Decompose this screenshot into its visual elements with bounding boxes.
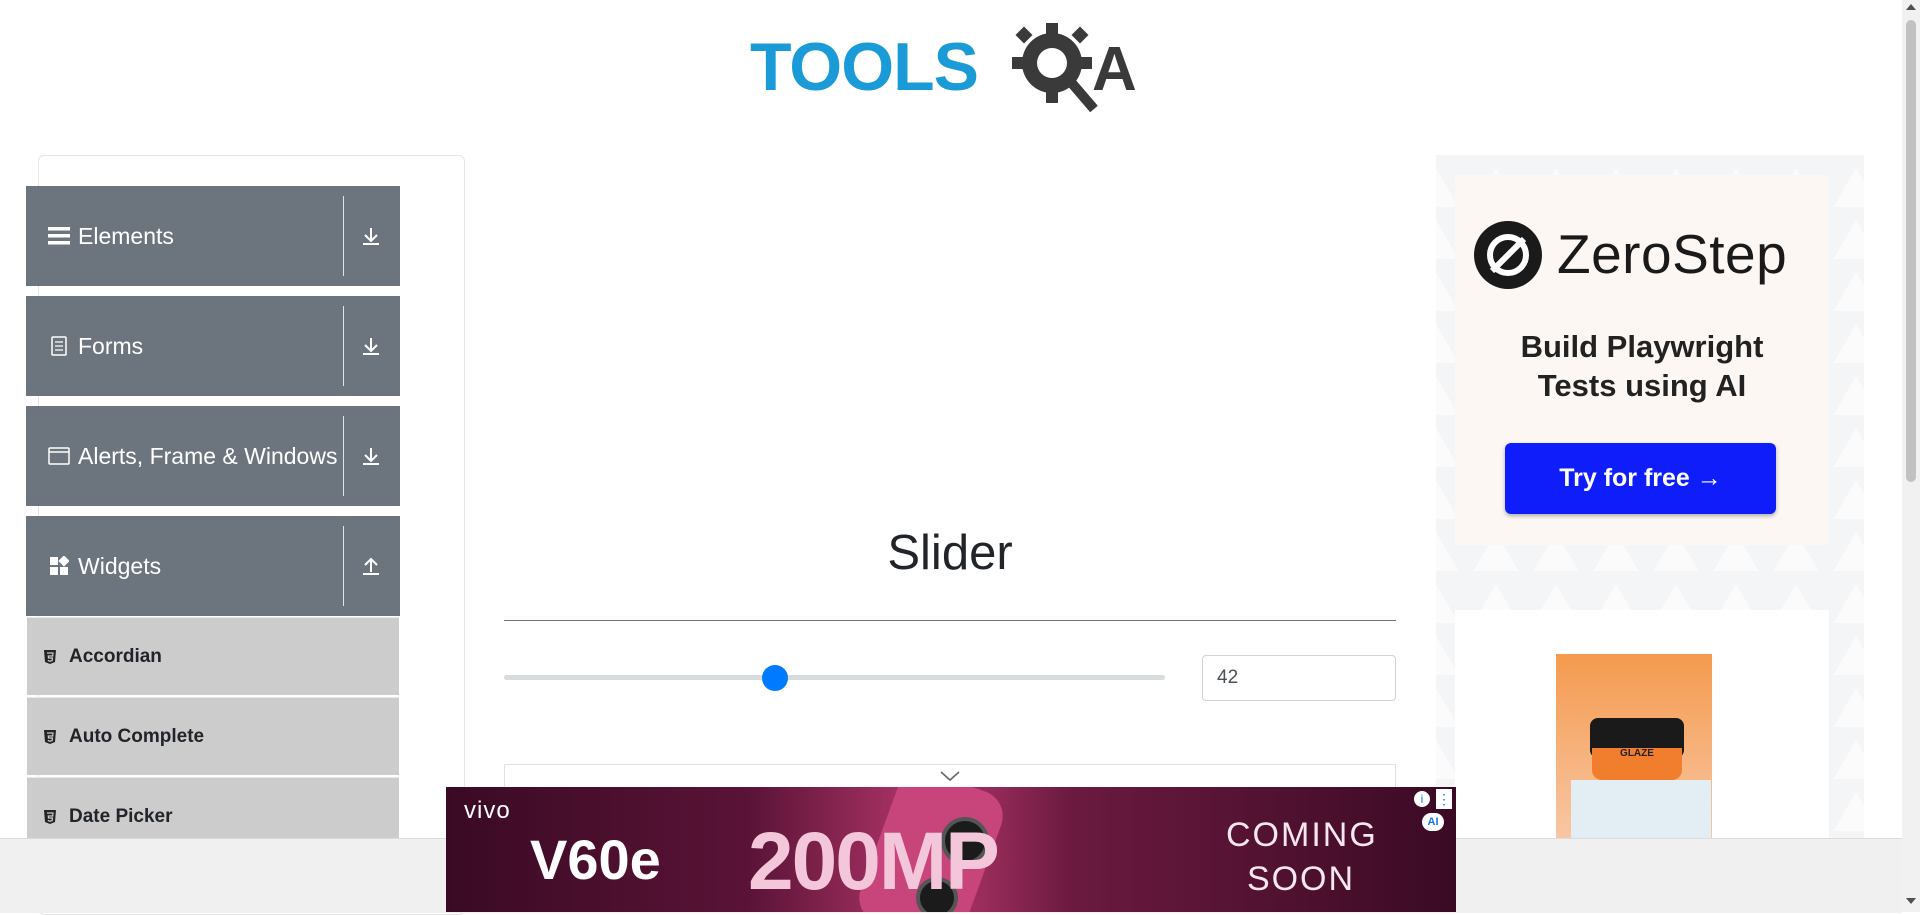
zerostep-tagline: Build Playwright Tests using AI [1455,327,1829,405]
title-divider [504,620,1396,621]
sidebar-group-widgets[interactable]: Widgets [26,516,400,616]
tagline-line: Build Playwright [1520,329,1764,364]
logo-text-primary: TOOLS [750,29,978,105]
sidebar-group-label: Forms [78,332,144,359]
download-icon[interactable] [356,331,386,361]
sidebar-group-alerts-frame-windows[interactable]: Alerts, Frame & Windows [26,406,400,506]
html5-icon [43,648,59,666]
ai-badge: AI [1422,813,1444,831]
upload-icon[interactable] [356,551,386,581]
sidebar-group-label: Alerts, Frame & Windows [78,442,338,469]
sidebar-item-accordian[interactable]: Accordian [27,617,399,695]
divider [343,416,344,496]
try-for-free-button[interactable]: Try for free → [1505,443,1776,514]
coming-line: COMING [1226,816,1378,854]
sidebar-item-label: Date Picker [69,805,173,827]
banner-megapixels: 200MP [748,816,1000,907]
download-icon[interactable] [356,221,386,251]
product-pedestal [1571,780,1711,840]
html5-icon [43,728,59,746]
banner-coming-soon: COMING SOON [1226,813,1376,901]
slider-value-input[interactable]: 42 [1202,655,1396,701]
divider [343,526,344,606]
info-icon[interactable]: i [1414,791,1430,807]
scroll-up-arrow-icon[interactable] [1906,4,1916,10]
list-icon [46,223,72,249]
scroll-down-arrow-icon[interactable] [1906,898,1916,904]
tagline-line: Tests using AI [1537,368,1747,403]
sidebar-group-label: Elements [78,222,174,249]
chevron-down-icon[interactable] [939,769,961,788]
download-icon[interactable] [356,441,386,471]
range-slider[interactable] [504,675,1165,680]
divider [343,306,344,386]
sidebar-group-elements[interactable]: Elements [26,186,400,286]
document-icon [46,333,72,359]
soon-line: SOON [1246,860,1356,898]
widgets-icon [46,553,72,579]
sidebar-group-label: Widgets [78,552,162,579]
sidebar-item-label: Auto Complete [69,725,205,747]
slider-thumb[interactable] [761,665,788,691]
vivo-banner-ad[interactable]: vivo V60e 200MP COMING SOON i ⋮ AI [446,787,1456,912]
sidebar-group-forms[interactable]: Forms [26,296,400,396]
divider [343,196,344,276]
logo-text-secondary: A [1092,35,1137,104]
sidebar-item-auto-complete[interactable]: Auto Complete [27,697,399,775]
zerostep-logo-icon [1474,221,1542,289]
scrollbar-thumb[interactable] [1906,20,1916,482]
page-title: Slider [887,526,1013,580]
product-label: GLAZE [1620,748,1654,759]
sidebar-item-label: Accordian [69,645,162,667]
html5-icon [43,808,59,826]
vertical-scrollbar[interactable] [1902,0,1920,912]
toolsqa-logo[interactable]: TOOLS A [750,18,1155,114]
banner-brand: vivo [464,797,511,824]
more-options-icon[interactable]: ⋮ [1436,789,1452,809]
zerostep-brand: ZeroStep [1557,223,1788,285]
banner-model: V60e [530,828,661,891]
window-icon [46,443,72,469]
